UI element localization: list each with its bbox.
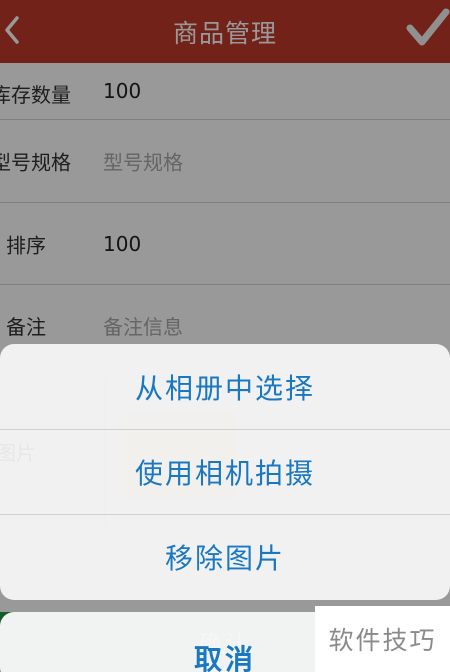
- remove-image-button[interactable]: 移除图片: [0, 514, 450, 599]
- choose-from-album-button[interactable]: 从相册中选择: [0, 344, 450, 429]
- cancel-label: 取消: [193, 643, 256, 672]
- action-sheet: 从相册中选择 使用相机拍摄 移除图片: [0, 344, 450, 600]
- watermark: 软件技巧: [315, 606, 450, 672]
- take-photo-button[interactable]: 使用相机拍摄: [0, 429, 450, 514]
